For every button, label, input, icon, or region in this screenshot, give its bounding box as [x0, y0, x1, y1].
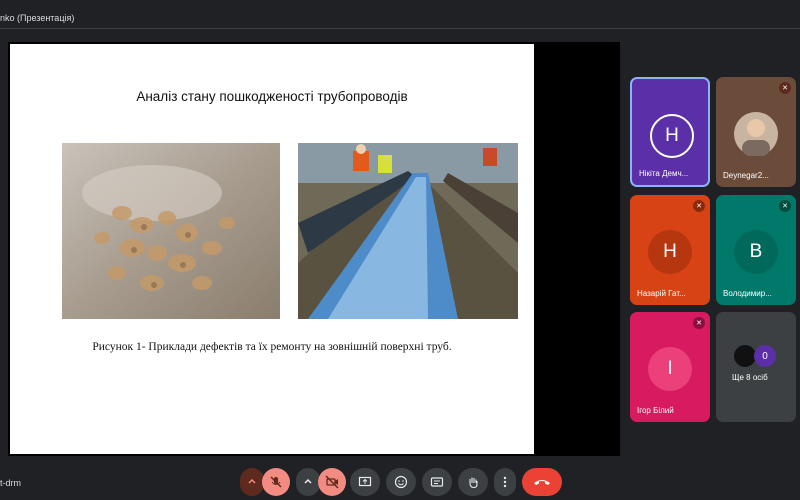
participant-tile[interactable]: ✕ Deynegar2...	[716, 77, 796, 187]
mic-options-button[interactable]	[240, 468, 264, 496]
present-button[interactable]	[350, 468, 380, 496]
participant-name: Deynegar2...	[723, 171, 769, 180]
raise-hand-button[interactable]	[458, 468, 488, 496]
meeting-code: t-drm	[0, 478, 21, 488]
participant-tile[interactable]: ✕ В Володимир...	[716, 195, 796, 305]
participant-tile[interactable]: ✕ Н Назарій Гат...	[630, 195, 710, 305]
participant-avatar: Н	[650, 114, 694, 158]
more-participants-label: Ще 8 осіб	[732, 373, 768, 382]
mic-off-icon	[270, 476, 282, 488]
participant-name: Назарій Гат...	[637, 289, 686, 298]
captions-icon	[430, 477, 444, 487]
participant-avatar: В	[734, 230, 778, 274]
hand-icon	[469, 477, 478, 489]
more-vert-icon	[503, 476, 507, 488]
present-screen-icon	[358, 476, 372, 487]
mic-off-icon: ✕	[779, 200, 791, 212]
mic-off-icon: ✕	[779, 82, 791, 94]
camera-off-icon	[325, 475, 339, 489]
mic-off-icon: ✕	[693, 317, 705, 329]
corrosion-photo	[62, 143, 280, 319]
divider	[0, 28, 800, 29]
participant-avatar: Н	[648, 230, 692, 274]
slide-title: Аналіз стану пошкодженості трубопроводів	[136, 89, 408, 104]
avatar-initial: В	[749, 241, 763, 262]
top-bar: nko (Презентація)	[0, 0, 800, 30]
participant-name: Нікіта Демч...	[639, 169, 689, 178]
camera-toggle-button[interactable]	[318, 468, 346, 496]
slide-caption: Рисунок 1- Приклади дефектів та їх ремон…	[92, 341, 452, 353]
avatar-initial: І	[667, 358, 673, 379]
reactions-button[interactable]	[386, 468, 416, 496]
emoji-icon	[394, 475, 408, 489]
camera-options-button[interactable]	[296, 468, 320, 496]
participant-tile[interactable]: Н Нікіта Демч...	[630, 77, 710, 187]
slide: Аналіз стану пошкодженості трубопроводів	[10, 44, 534, 454]
participant-name: Ігор Білий	[637, 406, 674, 415]
more-participants-tile[interactable]: 0 Ще 8 осіб	[716, 312, 796, 422]
mini-avatar: 0	[754, 345, 776, 367]
captions-button[interactable]	[422, 468, 452, 496]
mic-toggle-button[interactable]	[262, 468, 290, 496]
mini-avatar	[734, 345, 756, 367]
more-count: 0	[762, 350, 768, 362]
end-call-button[interactable]	[522, 468, 562, 496]
mic-off-icon: ✕	[693, 200, 705, 212]
more-options-button[interactable]	[494, 468, 516, 496]
participant-name: Володимир...	[723, 289, 772, 298]
avatar-initial: Н	[665, 125, 679, 146]
avatar-initial: Н	[663, 241, 677, 262]
hang-up-icon	[534, 480, 550, 485]
presenter-title: nko (Презентація)	[0, 13, 75, 23]
participant-avatar	[734, 112, 778, 156]
control-bar: t-drm	[0, 462, 800, 500]
presentation-stage: Аналіз стану пошкодженості трубопроводів	[8, 42, 620, 456]
pipeline-repair-photo	[298, 143, 518, 319]
participant-tile[interactable]: ✕ І Ігор Білий	[630, 312, 710, 422]
participant-avatar: І	[648, 347, 692, 391]
